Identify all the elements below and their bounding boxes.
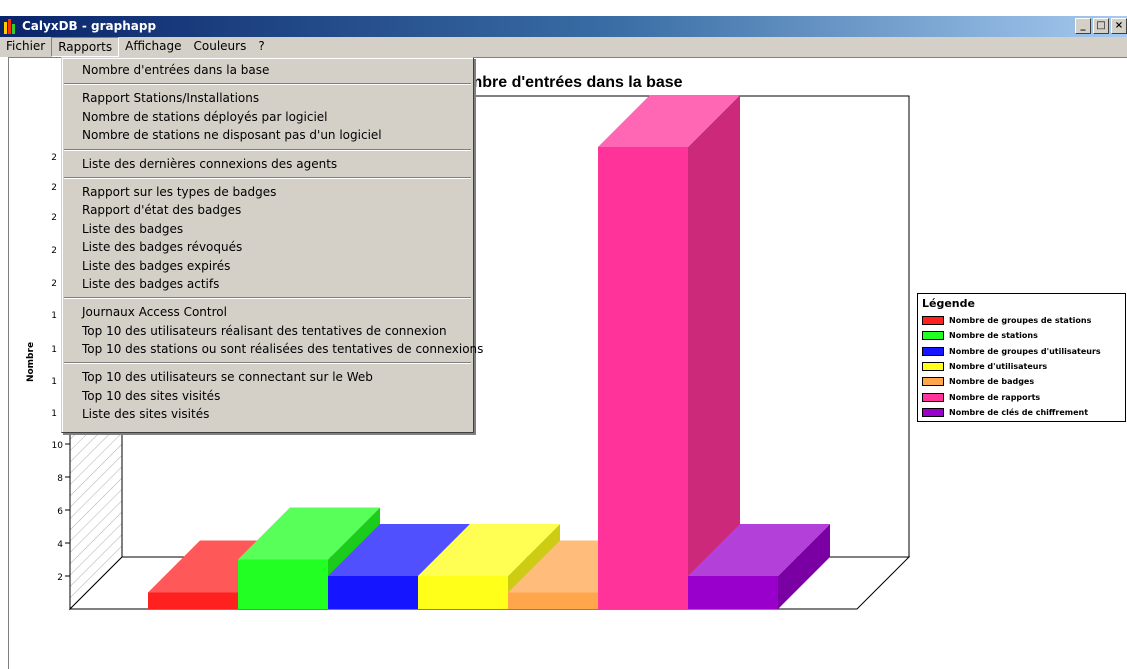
legend-item: Nombre de badges (922, 374, 1121, 389)
bar-front (238, 559, 328, 609)
legend-label: Nombre de badges (949, 377, 1035, 387)
y-tick-label-partial: 1 (51, 311, 57, 321)
y-tick-label-partial: 2 (51, 246, 57, 256)
legend-swatch (922, 362, 944, 372)
legend-item: Nombre d'utilisateurs (922, 359, 1121, 374)
legend-swatch (922, 407, 944, 417)
y-tick-label: 4 (57, 540, 63, 550)
y-tick-label: 8 (57, 474, 63, 484)
menu-item-report[interactable]: Top 10 des sites visités (62, 387, 473, 405)
bar-front (328, 576, 418, 609)
menu-separator (64, 176, 471, 179)
y-tick-label: 10 (52, 441, 64, 451)
menu-item-report[interactable]: Liste des sites visités (62, 405, 473, 423)
bar-front (688, 576, 778, 609)
legend-label: Nombre de clés de chiffrement (949, 407, 1089, 417)
menu-item-report[interactable]: Liste des badges (62, 220, 473, 238)
bar-front (418, 576, 508, 609)
menu-item-report[interactable]: Top 10 des utilisateurs se connectant su… (62, 368, 473, 386)
menu-separator (64, 83, 471, 86)
menu-separator (64, 148, 471, 151)
y-tick-label-partial: 2 (51, 213, 57, 223)
bar-front (508, 592, 598, 609)
menu-item-report[interactable]: Liste des badges révoqués (62, 238, 473, 256)
menu-item-report[interactable]: Nombre de stations déployés par logiciel (62, 108, 473, 126)
legend-item: Nombre de clés de chiffrement (922, 405, 1121, 420)
legend-label: Nombre de rapports (949, 392, 1041, 402)
legend-swatch (922, 377, 944, 387)
bar-front (148, 592, 238, 609)
y-tick-label-partial: 2 (51, 183, 57, 193)
legend-swatch (922, 316, 944, 326)
menu-item-report[interactable]: Top 10 des stations ou sont réalisées de… (62, 340, 483, 358)
y-tick-label-partial: 1 (51, 409, 57, 419)
y-tick-label-partial: 2 (51, 279, 57, 289)
menu-item-report[interactable]: Rapport sur les types de badges (62, 183, 473, 201)
menu-item-report[interactable]: Nombre de stations ne disposant pas d'un… (62, 126, 473, 144)
menu-item-report[interactable]: Top 10 des utilisateurs réalisant des te… (62, 322, 473, 340)
menu-item-report[interactable]: Liste des badges expirés (62, 257, 473, 275)
menu-item-report[interactable]: Liste des dernières connexions des agent… (62, 155, 473, 173)
legend-item: Nombre de rapports (922, 389, 1121, 404)
menu-item-report[interactable]: Rapport d'état des badges (62, 201, 473, 219)
rapports-dropdown-menu: Nombre d'entrées dans la base Rapport Sta… (61, 57, 483, 433)
y-tick-label-partial: 1 (51, 345, 57, 355)
menu-separator (64, 297, 471, 300)
menu-item-report[interactable]: Liste des badges actifs (62, 275, 473, 293)
legend-label: Nombre de groupes d'utilisateurs (949, 346, 1101, 356)
legend-swatch (922, 392, 944, 402)
menu-separator (64, 362, 471, 365)
y-tick-label: 2 (57, 573, 63, 583)
chart-title: mbre d'entrées dans la base (468, 74, 683, 91)
legend-title: Légende (922, 297, 975, 310)
legend-swatch (922, 346, 944, 356)
legend-label: Nombre de groupes de stations (949, 316, 1092, 326)
y-axis-label: Nombre (26, 342, 36, 382)
menu-item-report[interactable]: Journaux Access Control (62, 303, 473, 321)
legend-item: Nombre de groupes d'utilisateurs (922, 344, 1121, 359)
menu-item-report[interactable]: Nombre d'entrées dans la base (62, 61, 473, 79)
legend-item: Nombre de groupes de stations (922, 313, 1121, 328)
legend-label: Nombre d'utilisateurs (949, 362, 1048, 372)
y-tick-label-partial: 1 (51, 377, 57, 387)
legend-label: Nombre de stations (949, 331, 1038, 341)
legend-swatch (922, 331, 944, 341)
y-tick-label-partial: 2 (51, 153, 57, 163)
menu-item-report[interactable]: Rapport Stations/Installations (62, 89, 473, 107)
legend-item: Nombre de stations (922, 328, 1121, 343)
chart-legend: Légende Nombre de groupes de stations Nom… (917, 293, 1126, 422)
y-tick-label: 6 (57, 507, 63, 517)
bar-front (598, 147, 688, 609)
